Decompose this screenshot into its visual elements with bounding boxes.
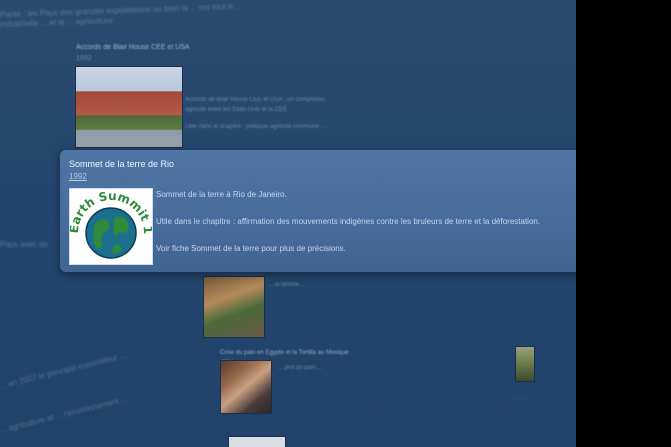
popup-description: Sommet de la terre à Rio de Janeiro. xyxy=(156,190,287,199)
bg-entry-description: ... prix du pain ... xyxy=(278,365,323,371)
bg-left-fragment: Pays avec de xyxy=(0,240,49,249)
timeline-canvas: Partie : les Pays des grandes exploitati… xyxy=(0,0,576,447)
rio-earth-summit-logo[interactable]: Rio Earth Summit 1992 xyxy=(69,188,153,265)
side-margin xyxy=(576,0,671,447)
bg-entry-title: Crise du pain en Égypte et la Tortilla a… xyxy=(220,350,349,356)
bg-entry-image[interactable] xyxy=(228,436,286,447)
event-detail-popup: Sommet de la terre de Rio 1992 Rio Earth… xyxy=(60,150,576,272)
bg-entry-image[interactable] xyxy=(515,346,535,382)
bg-entry-year: 1992 xyxy=(76,55,92,62)
bg-entry-image[interactable] xyxy=(203,276,265,338)
bg-entry-description: ...... xyxy=(514,395,525,401)
bg-text-line: Partie : les Pays des grandes exploitati… xyxy=(0,1,243,20)
popup-year-link[interactable]: 1992 xyxy=(69,172,87,181)
bg-entry-image[interactable] xyxy=(220,360,272,414)
bg-entry-title: Accords de Blair House CEE et USA xyxy=(76,44,190,51)
bg-entry-description: ... la famine ... xyxy=(268,282,306,288)
popup-chapter-usage: Utile dans le chapitre : affirmation des… xyxy=(156,217,541,226)
popup-title: Sommet de la terre de Rio xyxy=(69,159,175,169)
bg-entry-description: Accords de Blair House CEE et USA : un c… xyxy=(185,97,325,113)
bg-entry-description: Utile dans le chapitre : politique agric… xyxy=(185,124,326,130)
bg-left-fragment: ... agriculture et ... l'environnement .… xyxy=(0,394,129,435)
bg-entry-image[interactable] xyxy=(75,66,183,148)
popup-more-info: Voir fiche Sommet de la terre pour plus … xyxy=(156,244,346,253)
bg-left-fragment: ... en 2007 le principal exportateur ... xyxy=(0,350,128,391)
